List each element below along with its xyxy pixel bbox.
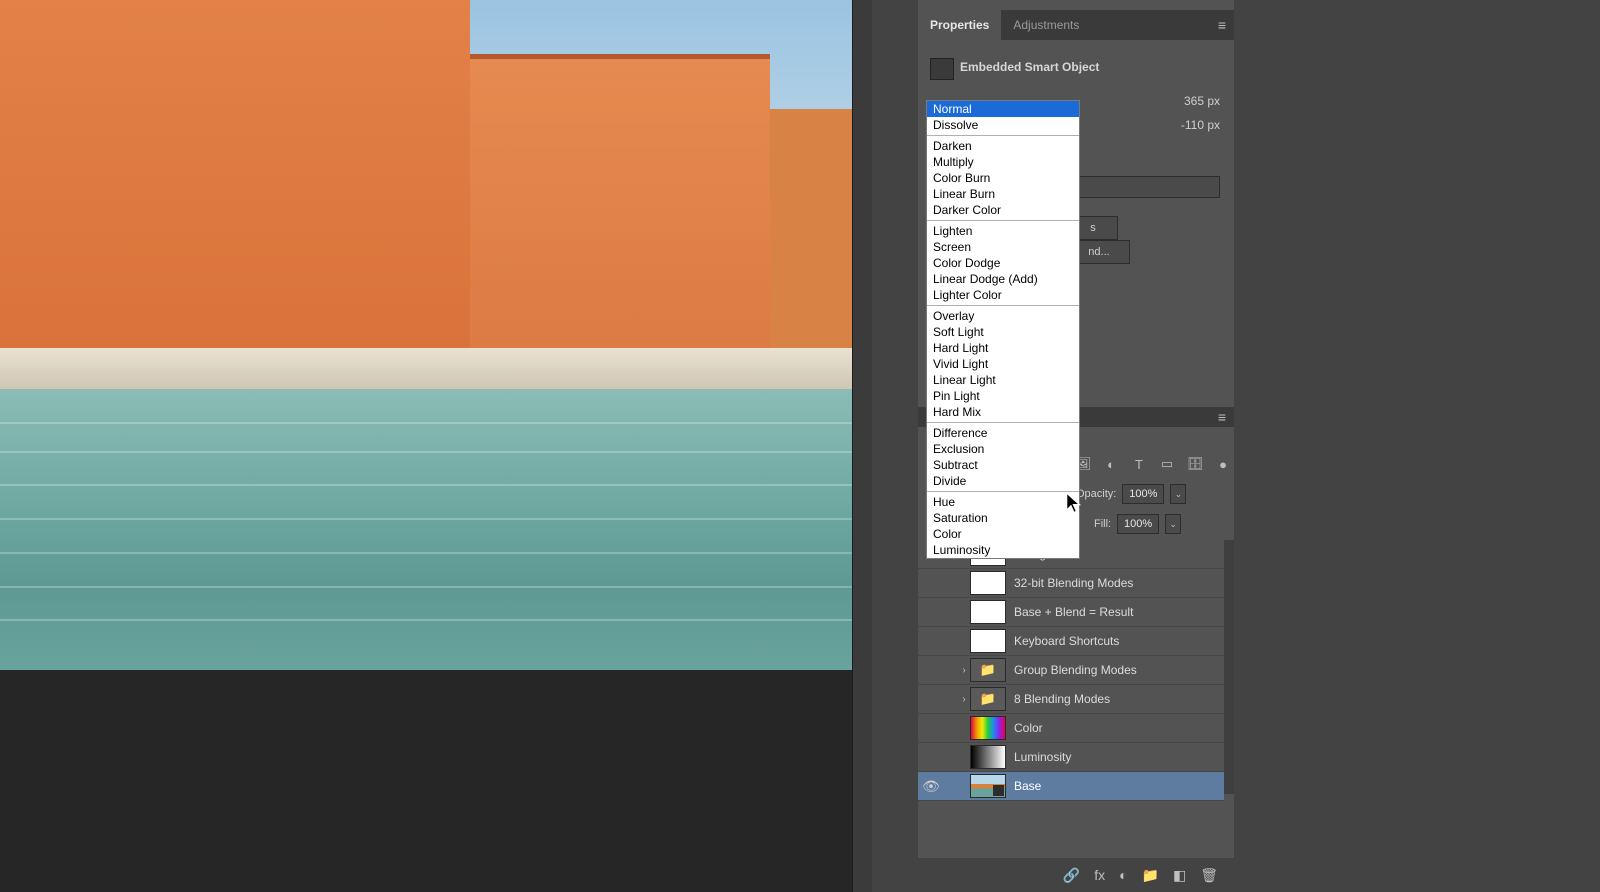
blend-mode-option[interactable]: Hard Mix — [927, 404, 1079, 420]
opacity-label: Opacity: — [1076, 488, 1116, 500]
layer-row[interactable]: Base + Blend = Result — [918, 598, 1224, 627]
opacity-control: Opacity: 100% ⌄ — [1076, 484, 1186, 504]
new-layer-icon[interactable]: ◧ — [1173, 867, 1186, 884]
layers-toolbar: 🔗 fx ◐ 📁 ◧ 🗑 — [918, 858, 1234, 892]
blend-mode-option[interactable]: Linear Light — [927, 372, 1079, 388]
layer-name[interactable]: Keyboard Shortcuts — [1014, 634, 1119, 648]
layer-row[interactable]: 32-bit Blending Modes — [918, 569, 1224, 598]
layer-row[interactable]: 👁 Base — [918, 772, 1224, 801]
blend-mode-option[interactable]: Linear Burn — [927, 186, 1079, 202]
layer-row[interactable]: › 8 Blending Modes — [918, 685, 1224, 714]
layer-thumbnail[interactable] — [970, 571, 1006, 595]
properties-width: 365 px — [1150, 94, 1220, 108]
layer-name[interactable]: Base — [1014, 779, 1041, 793]
blend-mode-option[interactable]: Color — [927, 526, 1079, 542]
blend-mode-option[interactable]: Normal — [927, 101, 1079, 117]
fill-control: Fill: 100% ⌄ — [1094, 514, 1181, 534]
layer-thumbnail[interactable] — [970, 716, 1006, 740]
properties-title: Embedded Smart Object — [960, 60, 1099, 74]
layer-name[interactable]: Group Blending Modes — [1014, 663, 1137, 677]
layers-filter-row: 🖼◐T▭🗄● — [1074, 455, 1232, 473]
blend-mode-option[interactable]: Multiply — [927, 154, 1079, 170]
blend-mode-option[interactable]: Saturation — [927, 510, 1079, 526]
blend-mode-option[interactable]: Difference — [927, 425, 1079, 441]
blend-mode-option[interactable]: Color Dodge — [927, 255, 1079, 271]
blend-mode-option[interactable]: Linear Dodge (Add) — [927, 271, 1079, 287]
blend-mode-option[interactable]: Lighter Color — [927, 287, 1079, 303]
trash-icon[interactable]: 🗑 — [1200, 867, 1218, 884]
layers-panel-menu-icon[interactable]: ≡ — [1210, 409, 1234, 425]
layer-name[interactable]: Luminosity — [1014, 750, 1071, 764]
blend-mode-option[interactable]: Soft Light — [927, 324, 1079, 340]
layer-thumbnail[interactable] — [970, 658, 1006, 682]
layer-thumbnail[interactable] — [970, 774, 1006, 798]
layer-row[interactable]: Color — [918, 714, 1224, 743]
blend-mode-option[interactable]: Hard Light — [927, 340, 1079, 356]
panel-menu-icon[interactable]: ≡ — [1210, 17, 1234, 33]
layer-filter-icon[interactable]: ▭ — [1158, 455, 1176, 473]
fill-value[interactable]: 100% — [1117, 514, 1159, 534]
layer-row[interactable]: Luminosity — [918, 743, 1224, 772]
layer-row[interactable]: › Group Blending Modes — [918, 656, 1224, 685]
blend-mode-option[interactable]: Color Burn — [927, 170, 1079, 186]
document-canvas[interactable] — [0, 0, 852, 670]
blend-mode-dropdown[interactable]: NormalDissolveDarkenMultiplyColor BurnLi… — [926, 100, 1080, 559]
right-gutter — [1234, 0, 1600, 892]
properties-tabbar: Properties Adjustments ≡ — [918, 10, 1234, 40]
fill-label: Fill: — [1094, 518, 1111, 530]
blend-mode-option[interactable]: Divide — [927, 473, 1079, 489]
layer-row[interactable]: Keyboard Shortcuts — [918, 627, 1224, 656]
canvas-scrollbar[interactable] — [852, 0, 874, 892]
layer-filter-icon[interactable]: ● — [1214, 455, 1232, 473]
layers-scrollbar[interactable] — [1224, 540, 1234, 794]
blend-mode-option[interactable]: Darken — [927, 138, 1079, 154]
chevron-right-icon[interactable]: › — [958, 694, 970, 705]
blend-mode-option[interactable]: Exclusion — [927, 441, 1079, 457]
mask-icon[interactable]: ◐ — [1119, 867, 1127, 883]
layer-name[interactable]: Base + Blend = Result — [1014, 605, 1133, 619]
canvas-pasteboard — [0, 670, 852, 892]
blend-mode-option[interactable]: Luminosity — [927, 542, 1079, 558]
layer-name[interactable]: 32-bit Blending Modes — [1014, 576, 1133, 590]
chevron-right-icon[interactable]: › — [958, 665, 970, 676]
blend-mode-option[interactable]: Lighten — [927, 223, 1079, 239]
blend-mode-option[interactable]: Subtract — [927, 457, 1079, 473]
tab-properties[interactable]: Properties — [918, 10, 1001, 40]
panel-dock-gap — [872, 0, 918, 892]
new-group-icon[interactable]: 📁 — [1142, 867, 1159, 884]
layer-filter-icon[interactable]: ◐ — [1102, 455, 1120, 473]
blend-mode-option[interactable]: Hue — [927, 494, 1079, 510]
layer-filter-icon[interactable]: T — [1130, 455, 1148, 473]
smart-object-icon — [930, 58, 954, 80]
layer-thumbnail[interactable] — [970, 629, 1006, 653]
properties-panel: Embedded Smart Object 365 px -110 px s n… — [918, 40, 1234, 420]
fill-chevron-icon[interactable]: ⌄ — [1165, 514, 1181, 534]
opacity-value[interactable]: 100% — [1122, 484, 1164, 504]
image-content — [0, 0, 852, 670]
layer-thumbnail[interactable] — [970, 687, 1006, 711]
tab-adjustments[interactable]: Adjustments — [1001, 10, 1091, 40]
blend-mode-option[interactable]: Darker Color — [927, 202, 1079, 218]
layer-filter-icon[interactable]: 🗄 — [1186, 455, 1204, 473]
layer-visibility-icon[interactable]: 👁 — [918, 778, 944, 795]
blend-mode-option[interactable]: Overlay — [927, 308, 1079, 324]
properties-height: -110 px — [1150, 118, 1220, 132]
fx-icon[interactable]: fx — [1094, 867, 1105, 883]
layer-name[interactable]: Color — [1014, 721, 1043, 735]
blend-mode-option[interactable]: Vivid Light — [927, 356, 1079, 372]
layer-thumbnail[interactable] — [970, 600, 1006, 624]
right-panel-stack: Properties Adjustments ≡ Embedded Smart … — [918, 0, 1234, 892]
link-icon[interactable]: 🔗 — [1063, 867, 1080, 884]
blend-mode-option[interactable]: Dissolve — [927, 117, 1079, 133]
layer-thumbnail[interactable] — [970, 745, 1006, 769]
layers-list[interactable]: Categories32-bit Blending ModesBase + Bl… — [918, 540, 1224, 844]
blend-mode-option[interactable]: Screen — [927, 239, 1079, 255]
layer-name[interactable]: 8 Blending Modes — [1014, 692, 1110, 706]
blend-mode-option[interactable]: Pin Light — [927, 388, 1079, 404]
opacity-chevron-icon[interactable]: ⌄ — [1170, 484, 1186, 504]
